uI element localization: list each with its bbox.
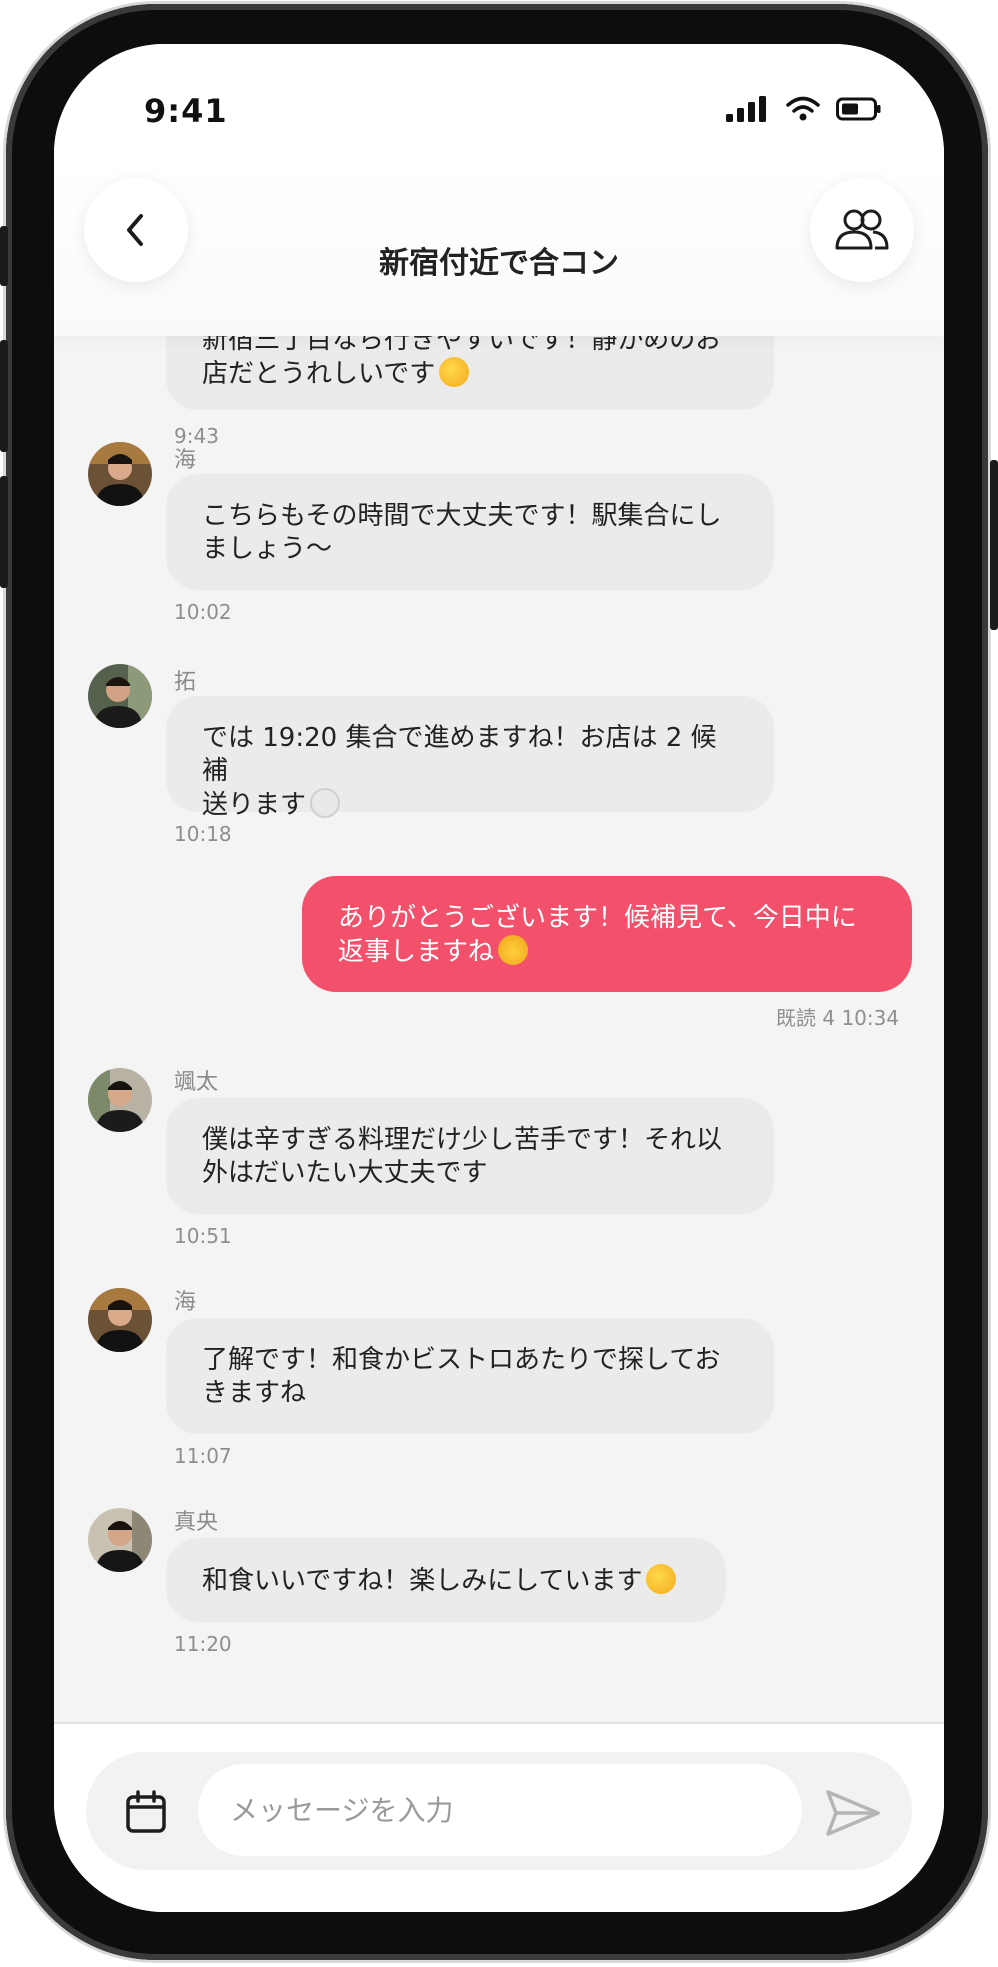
members-button[interactable] [810, 178, 914, 282]
smiling-face-emoji-icon [646, 1564, 677, 1594]
avatar[interactable] [88, 1068, 152, 1132]
status-time: 9:41 [144, 92, 228, 130]
send-icon [826, 1790, 880, 1836]
side-button-right [990, 460, 998, 630]
plate-emoji-icon [310, 788, 341, 818]
relieved-face-emoji-icon [439, 357, 470, 387]
status-bar: 9:41 [54, 44, 944, 164]
message-text: 了解です！和食かビストロあたりで探してお [202, 1345, 721, 1375]
raising-hands-emoji-icon [498, 935, 529, 965]
message-text: ましょう〜 [202, 534, 333, 564]
message-time: 11:20 [174, 1632, 232, 1656]
message-text: 返事しますね [338, 935, 880, 969]
calendar-button[interactable] [122, 1788, 170, 1836]
message-text: 店だとうれしいです [202, 357, 742, 391]
message-composer [54, 1724, 944, 1912]
sender-name: 拓 [174, 670, 197, 695]
message-time: 10:18 [174, 822, 232, 846]
side-button-left-2 [0, 340, 8, 452]
message-text: きますね [202, 1378, 307, 1408]
side-button-left-1 [0, 226, 8, 286]
message-text: ありがとうございます！候補見て、今日中に [338, 903, 857, 933]
send-button[interactable] [824, 1786, 882, 1840]
message-text: こちらもその時間で大丈夫です！駅集合にし [202, 501, 722, 531]
avatar[interactable] [88, 1288, 152, 1352]
cellular-signal-icon [726, 96, 766, 122]
sender-name: 海 [174, 1290, 197, 1315]
wifi-icon [786, 96, 820, 121]
message-text: 和食いいですね！楽しみにしています [202, 1564, 694, 1598]
message-bubble: 和食いいですね！楽しみにしています [166, 1538, 726, 1622]
message-text: 僕は辛すぎる料理だけ少し苦手です！それ以 [202, 1125, 723, 1155]
side-button-left-3 [0, 476, 8, 588]
message-bubble: では 19:20 集合で進めますね！お店は 2 候補 送ります [166, 696, 774, 820]
message-time: 10:02 [174, 600, 232, 624]
message-bubble: こちらもその時間で大丈夫です！駅集合にし ましょう〜 [166, 474, 774, 590]
screen: 新宿三丁目なら行きやすいです！静かめのお 店だとうれしいです 9:43 海 こち… [54, 44, 944, 1912]
sender-name: 海 [174, 448, 197, 473]
message-text: では 19:20 集合で進めますね！お店は 2 候補 [202, 723, 717, 786]
message-text: 送ります [202, 788, 742, 822]
avatar[interactable] [88, 1508, 152, 1572]
battery-icon [836, 97, 881, 121]
sender-name: 颯太 [174, 1070, 219, 1095]
chat-title: 新宿付近で合コン [379, 246, 619, 281]
message-bubble: 了解です！和食かビストロあたりで探してお きますね [166, 1318, 774, 1434]
group-members-icon [835, 209, 889, 250]
avatar[interactable] [88, 664, 152, 728]
message-bubble: 僕は辛すぎる料理だけ少し苦手です！それ以 外はだいたい大丈夫です [166, 1098, 774, 1214]
message-input[interactable] [198, 1764, 802, 1856]
avatar[interactable] [88, 442, 152, 506]
message-time: 10:51 [174, 1224, 232, 1248]
message-time: 11:07 [174, 1444, 232, 1468]
read-status: 既読 4 10:34 [776, 1006, 900, 1030]
sender-name: 真央 [174, 1510, 219, 1535]
message-text: 外はだいたい大丈夫です [202, 1158, 488, 1188]
status-icons [726, 96, 882, 122]
calendar-icon [126, 1790, 166, 1833]
my-message-bubble: ありがとうございます！候補見て、今日中に 返事しますね [302, 876, 912, 992]
chat-header: 新宿付近で合コン [54, 164, 944, 336]
